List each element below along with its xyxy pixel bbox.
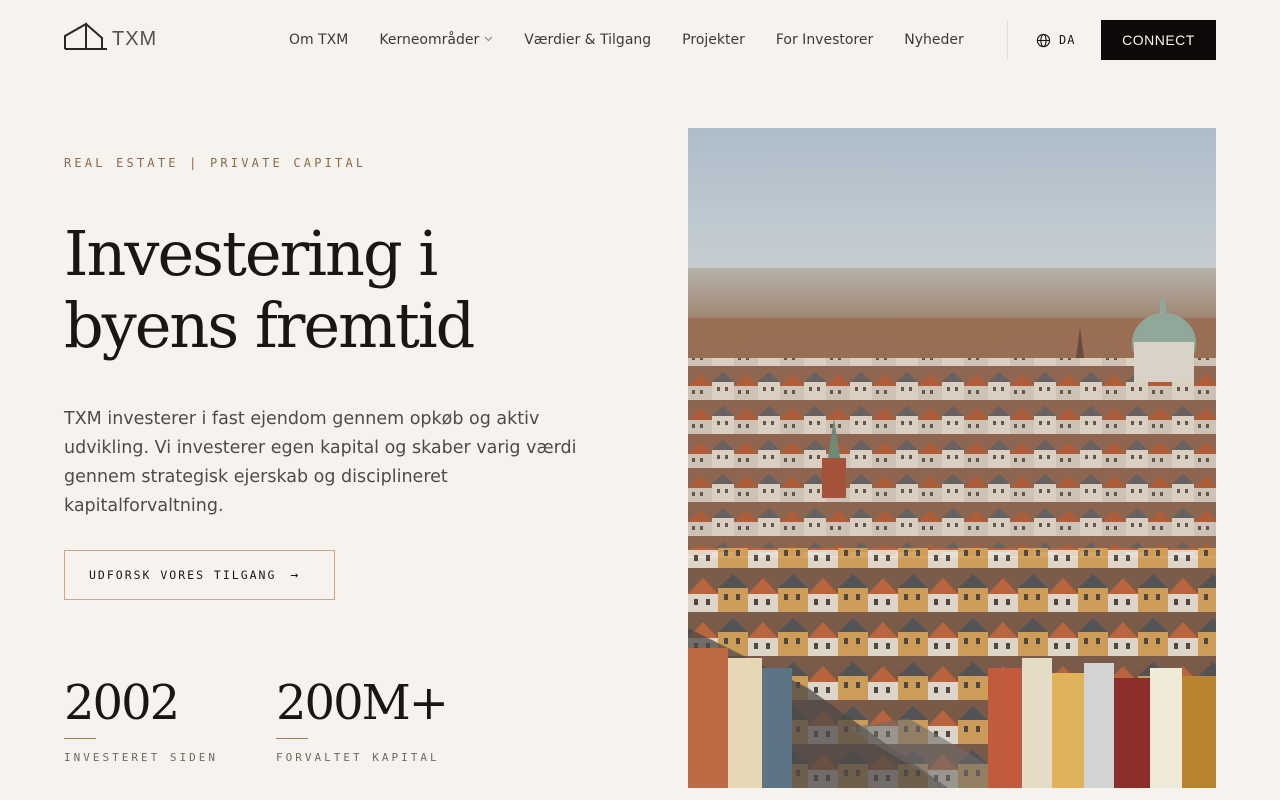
globe-icon xyxy=(1036,33,1051,47)
hero-lead-paragraph: TXM investerer i fast ejendom gennem opk… xyxy=(64,409,577,516)
nav-item-label: Projekter xyxy=(682,32,745,48)
hero-headline: Investering i byens fremtid xyxy=(64,218,624,362)
nav-item-label: Nyheder xyxy=(904,32,964,48)
nav-item-nyheder[interactable]: Nyheder xyxy=(904,32,964,48)
stat-managed-capital: 200M+ FORVALTET KAPITAL xyxy=(276,674,449,764)
nav-item-for-investorer[interactable]: For Investorer xyxy=(776,32,873,48)
house-logo-icon xyxy=(64,22,107,50)
main-nav: Om TXM Kerneområder Værdier & Tilgang Pr… xyxy=(289,30,964,50)
hero-headline-line-2: byens fremtid xyxy=(64,289,475,362)
stat-label: FORVALTET KAPITAL xyxy=(276,751,440,764)
nav-item-label: Om TXM xyxy=(289,32,349,48)
hero-headline-line-1: Investering i xyxy=(64,217,438,290)
arrow-right-icon: → xyxy=(290,567,301,583)
nav-item-projekter[interactable]: Projekter xyxy=(682,32,745,48)
nav-item-label: Værdier & Tilgang xyxy=(524,32,652,48)
chevron-down-icon xyxy=(484,35,493,45)
site-header: TXM Om TXM Kerneområder Værdier & Tilgan… xyxy=(0,0,1280,80)
cta-label: UDFORSK VORES TILGANG xyxy=(89,568,277,582)
language-label: DA xyxy=(1059,33,1076,47)
stat-label: INVESTERET SIDEN xyxy=(64,751,218,764)
connect-button[interactable]: CONNECT xyxy=(1101,20,1216,60)
city-skyline-illustration xyxy=(688,128,1216,788)
logo[interactable]: TXM xyxy=(64,20,168,50)
explore-approach-button[interactable]: UDFORSK VORES TILGANG → xyxy=(64,550,335,600)
nav-item-om-txm[interactable]: Om TXM xyxy=(289,32,348,48)
language-switcher[interactable]: DA xyxy=(1036,31,1075,49)
stat-invested-since: 2002 INVESTERET SIDEN xyxy=(64,674,218,764)
stat-value: 2002 xyxy=(64,675,180,731)
header-divider xyxy=(1007,20,1008,60)
nav-item-kerneomraader[interactable]: Kerneområder xyxy=(379,32,493,48)
hero-eyebrow: REAL ESTATE | PRIVATE CAPITAL xyxy=(64,156,367,170)
nav-item-label: For Investorer xyxy=(775,32,874,48)
stat-rule xyxy=(276,738,308,739)
hero-city-aerial-image xyxy=(688,128,1216,788)
logo-text: TXM xyxy=(112,28,158,50)
nav-item-vaerdier-tilgang[interactable]: Værdier & Tilgang xyxy=(524,32,651,48)
stat-value: 200M+ xyxy=(276,675,449,731)
nav-item-label: Kerneområder xyxy=(379,32,480,48)
stat-rule xyxy=(64,738,96,739)
